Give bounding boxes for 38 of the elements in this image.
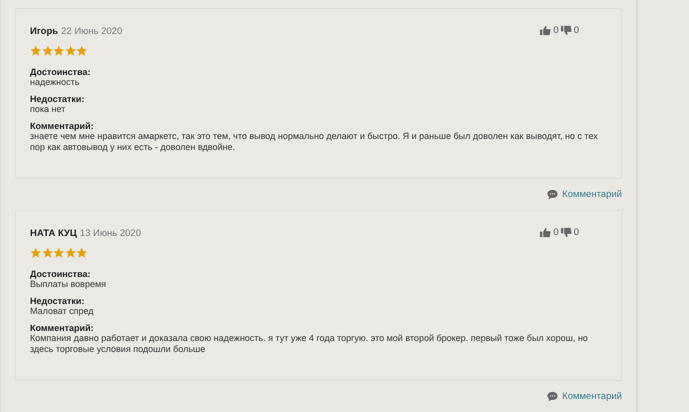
- star-icon: [53, 247, 64, 258]
- speech-bubble-icon: [547, 391, 558, 402]
- section-label: Комментарий:: [30, 120, 95, 130]
- star-icon: [64, 45, 76, 56]
- thumbs-down-icon[interactable]: [560, 24, 572, 36]
- section-label: Достоинства:: [30, 268, 92, 278]
- star-icon: [42, 45, 53, 56]
- section-text: надежность: [30, 76, 80, 88]
- dislike-count: 0: [574, 226, 579, 238]
- dislike-count: 0: [574, 24, 579, 36]
- speech-bubble-icon: [547, 189, 558, 200]
- comment-link[interactable]: Комментарий: [547, 391, 622, 402]
- section-label: Недостатки:: [30, 296, 86, 306]
- star-icon: [76, 45, 88, 56]
- section-label: Комментарий:: [30, 322, 95, 332]
- section-text: пока нет: [30, 104, 66, 114]
- author-name: Игорь: [30, 26, 58, 37]
- author-name: НАТА КУЦ: [30, 228, 77, 239]
- comment-link[interactable]: Комментарий: [547, 189, 622, 200]
- like-count: 0: [553, 226, 559, 238]
- thumbs-up-icon[interactable]: [540, 24, 552, 36]
- section-label: Достоинства:: [30, 66, 92, 76]
- star-icon: [30, 45, 42, 56]
- section-text: знаете чем мне нравится амаркетс, так это тем, что вывод нормально делают и быстро. Я и раньше был доволен как выводят, но с тех пор как автовывод у них есть - доволен вдвойне.: [30, 130, 599, 152]
- like-count: 0: [553, 24, 559, 36]
- star-icon: [30, 247, 42, 258]
- section-text: Компания давно работает и доказала свою надежность. я тут уже 4 года торгую. это мой второй брокер. первый тоже был хорош, но здесь торговые условия подошли больше: [30, 332, 589, 354]
- review-date: 22 Июнь 2020: [61, 26, 122, 37]
- section-label: Недостатки:: [30, 94, 86, 104]
- star-icon: [64, 247, 76, 258]
- section-text: Маловат спред: [30, 306, 95, 316]
- review-date: 13 Июнь 2020: [80, 228, 141, 239]
- thumbs-up-icon[interactable]: [540, 226, 552, 238]
- thumbs-down-icon[interactable]: [560, 226, 572, 238]
- star-icon: [53, 45, 64, 56]
- section-text: Выплаты вовремя: [30, 278, 108, 290]
- star-icon: [42, 247, 53, 258]
- star-icon: [76, 247, 88, 258]
